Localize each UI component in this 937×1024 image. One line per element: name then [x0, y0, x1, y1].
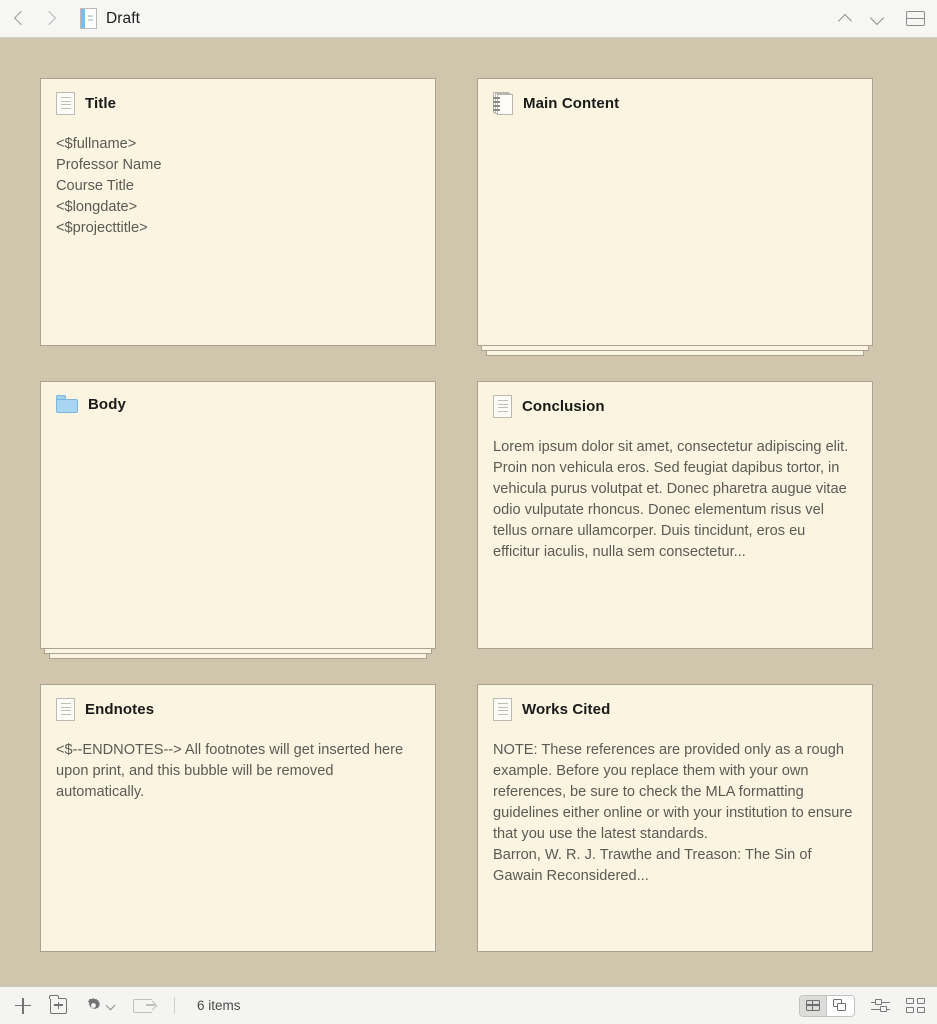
new-folder-icon[interactable]: [49, 994, 67, 1014]
forward-button[interactable]: [44, 9, 56, 29]
card-header: Works Cited: [493, 698, 856, 721]
card-title: Conclusion: [522, 398, 605, 415]
index-card[interactable]: Conclusion Lorem ipsum dolor sit amet, co…: [477, 381, 873, 649]
document-icon: [80, 8, 97, 29]
corkboard: Title <$fullname> Professor Name Course T…: [0, 38, 937, 986]
card-title: Works Cited: [522, 701, 611, 718]
card-header: Endnotes: [56, 698, 419, 721]
layout-grid-icon[interactable]: [906, 998, 925, 1013]
card-synopsis[interactable]: <$fullname> Professor Name Course Title …: [56, 134, 419, 239]
grid-view-icon: [806, 1000, 820, 1011]
card-header: Main Content: [493, 92, 856, 115]
card-header: Conclusion: [493, 395, 856, 418]
folder-icon: [56, 395, 78, 413]
back-button[interactable]: [14, 9, 26, 29]
index-card[interactable]: Title <$fullname> Professor Name Course T…: [40, 78, 436, 346]
card-header: Title: [56, 92, 419, 115]
page-title: Draft: [106, 9, 141, 27]
card-synopsis[interactable]: <$--ENDNOTES--> All footnotes will get i…: [56, 740, 419, 803]
toolbar-right-group: [836, 10, 925, 28]
card-slot: Conclusion Lorem ipsum dolor sit amet, co…: [477, 381, 873, 649]
card-slot: Body: [40, 381, 436, 659]
card-slot: Works Cited NOTE: These references are pr…: [477, 684, 873, 952]
card-header: Body: [56, 395, 419, 413]
corkboard-view-button[interactable]: [827, 995, 854, 1016]
chevron-down-icon[interactable]: [868, 10, 886, 28]
stacked-page-layer: [486, 351, 864, 356]
gear-menu-button[interactable]: [85, 997, 115, 1014]
export-arrow-icon[interactable]: [133, 998, 155, 1013]
card-synopsis[interactable]: NOTE: These references are provided only…: [493, 740, 856, 887]
toolbar: Draft: [0, 0, 937, 38]
split-view-icon[interactable]: [906, 11, 925, 26]
navigation-arrows: [14, 9, 56, 29]
card-title: Title: [85, 95, 117, 112]
document-icon: [493, 395, 512, 418]
card-title: Body: [88, 395, 126, 413]
chevron-down-icon: [107, 1002, 115, 1010]
status-bar-actions: 6 items: [14, 994, 241, 1015]
divider: [174, 997, 175, 1014]
card-slot: Main Content: [477, 78, 873, 356]
card-slot: Title <$fullname> Professor Name Course T…: [40, 78, 436, 346]
index-card[interactable]: Main Content: [477, 78, 873, 346]
view-mode-segmented-control[interactable]: [799, 994, 855, 1017]
notebook-stack-icon: [493, 92, 513, 115]
stacked-page-layer: [44, 649, 432, 654]
document-icon: [493, 698, 512, 721]
status-bar: 6 items: [0, 986, 937, 1024]
index-card[interactable]: Body: [40, 381, 436, 649]
index-card[interactable]: Endnotes <$--ENDNOTES--> All footnotes wi…: [40, 684, 436, 952]
document-icon: [56, 92, 75, 115]
breadcrumb[interactable]: Draft: [80, 8, 140, 29]
corkboard-view-icon: [833, 999, 848, 1012]
stacked-page-layer: [49, 654, 427, 659]
card-synopsis[interactable]: Lorem ipsum dolor sit amet, consectetur …: [493, 437, 856, 563]
grid-view-button[interactable]: [800, 995, 827, 1016]
view-controls: [799, 994, 925, 1017]
gear-icon: [85, 997, 102, 1014]
item-count-label: 6 items: [197, 998, 241, 1013]
index-card[interactable]: Works Cited NOTE: These references are pr…: [477, 684, 873, 952]
plus-icon[interactable]: [14, 997, 32, 1015]
card-slot: Endnotes <$--ENDNOTES--> All footnotes wi…: [40, 684, 436, 952]
card-title: Endnotes: [85, 701, 155, 718]
document-icon: [56, 698, 75, 721]
stacked-page-layer: [481, 346, 869, 351]
card-title: Main Content: [523, 95, 620, 112]
chevron-up-icon[interactable]: [836, 10, 854, 28]
sliders-icon[interactable]: [871, 998, 890, 1014]
